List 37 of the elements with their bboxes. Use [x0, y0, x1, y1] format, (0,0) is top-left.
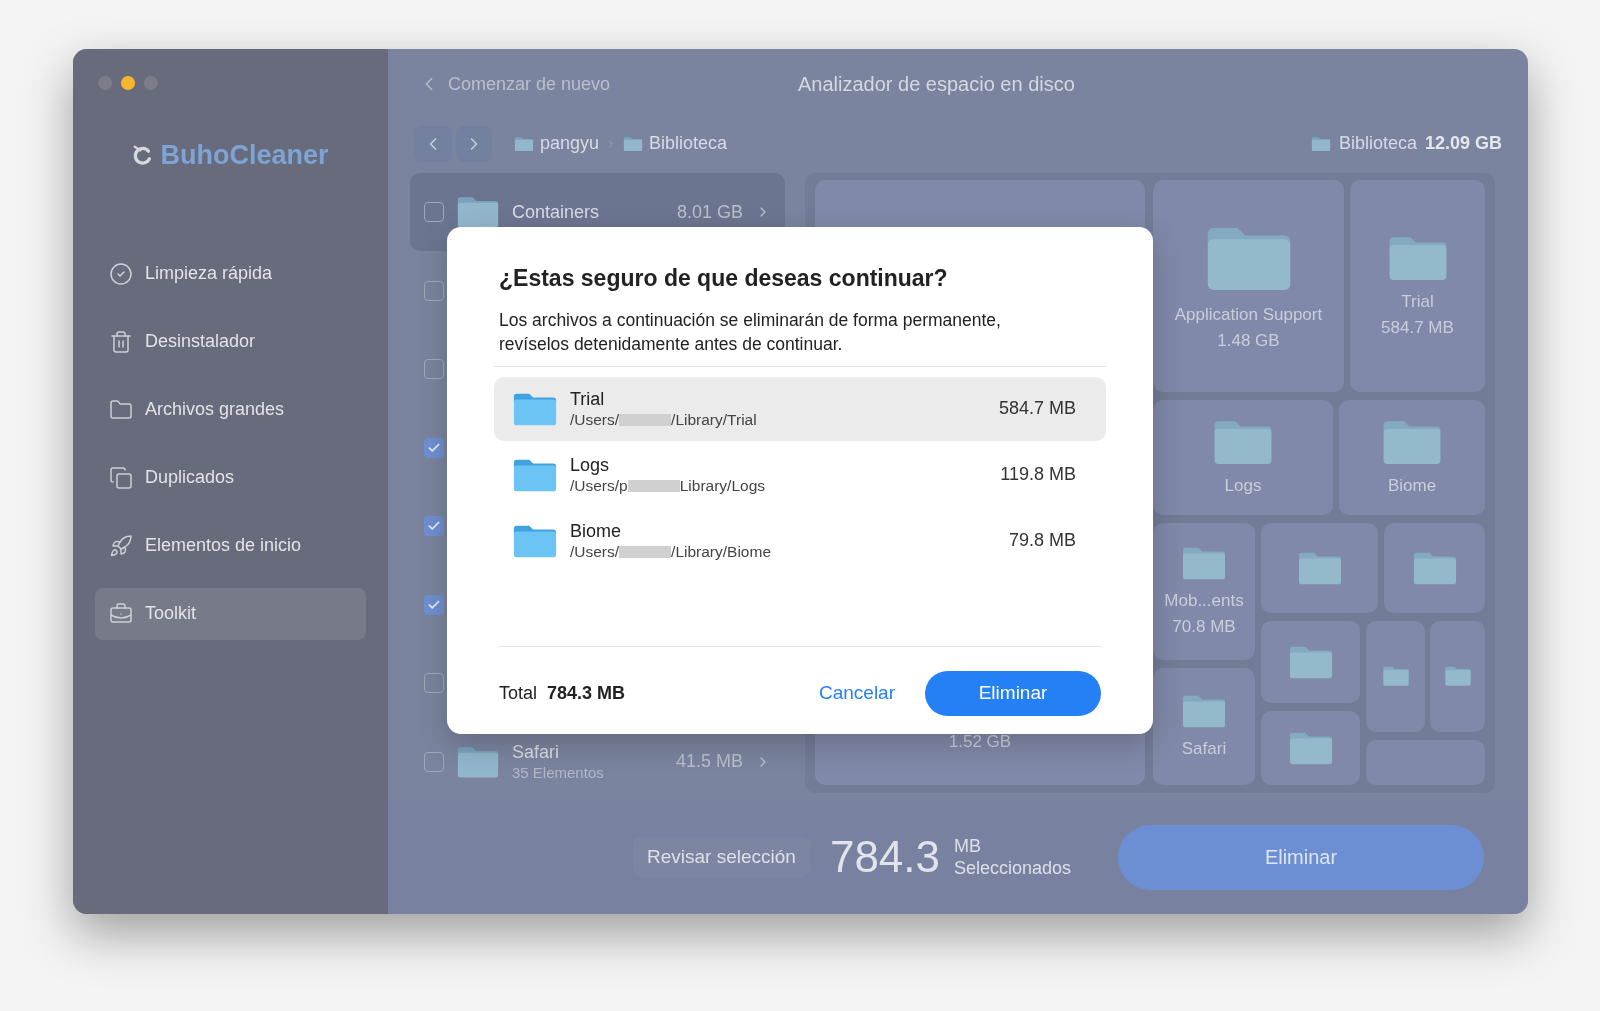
total-label: Total [499, 681, 538, 705]
file-name: Containers [512, 201, 601, 224]
file-name: Safari [512, 740, 561, 763]
file-size: 584.7 MB [998, 397, 1076, 420]
selected-amount: 784.3 [829, 831, 940, 884]
path-end: Library/Logs [679, 475, 765, 496]
selected-caption: Seleccionados [954, 857, 1072, 880]
file-name: Biome [570, 519, 623, 542]
path-start: /Users/p [570, 475, 628, 496]
tile-size: 584.7 MB [1381, 316, 1454, 339]
dialog-title: ¿Estas seguro de que deseas continuar? [499, 264, 949, 293]
location-size: 12.09 GB [1424, 132, 1502, 156]
selected-unit: MB [954, 835, 982, 858]
path-start: /Users/ [570, 409, 620, 430]
tile-name: Logs [1224, 475, 1262, 498]
location-name: Biblioteca [1338, 132, 1417, 156]
file-size: 79.8 MB [1008, 529, 1076, 552]
tile-name: Safari [1181, 738, 1227, 761]
tile-size: 70.8 MB [1172, 616, 1236, 639]
tile-name: Mob...ents [1164, 590, 1244, 613]
tile-name: Trial [1401, 290, 1434, 313]
app-name: BuhoCleaner [160, 139, 329, 172]
tile-size: 1.52 GB [948, 731, 1012, 754]
tile-size: 1.48 GB [1217, 329, 1280, 352]
path-end: /Library/Trial [671, 409, 757, 430]
file-size: 119.8 MB [1000, 463, 1076, 486]
path-end: /Library/Biome [671, 541, 772, 562]
dialog-message: Los archivos a continuación se eliminarán de forma permanente, revíselos detenidamente antes de continuar. [499, 308, 1002, 356]
path-start: /Users/ [570, 541, 620, 562]
total-size: 784.3 MB [547, 681, 626, 705]
tile-name: Application Support [1174, 303, 1323, 326]
file-size: 41.5 MB [675, 750, 743, 774]
tile-name: Biome [1387, 475, 1437, 498]
page-title: Analizador de espacio en disco [798, 72, 1075, 98]
file-name: Logs [570, 453, 611, 476]
file-size: 8.01 GB [676, 200, 743, 224]
file-name: Trial [570, 387, 606, 410]
